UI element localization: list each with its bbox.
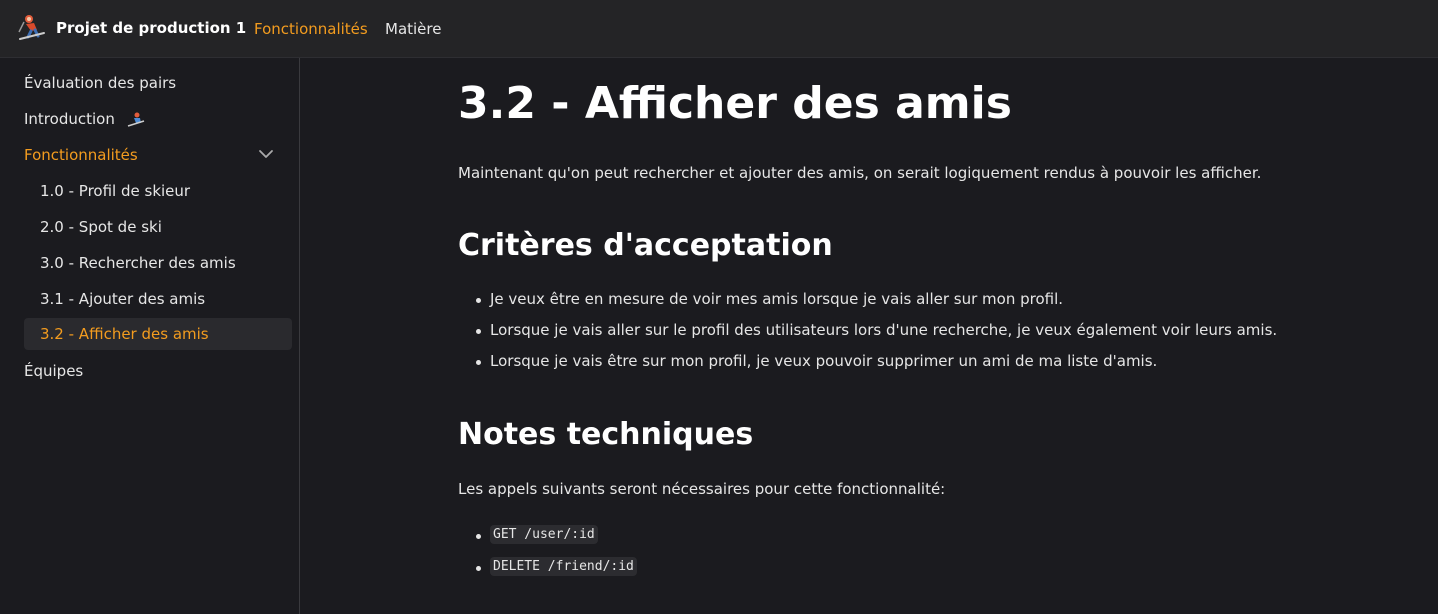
sidebar-item-label: 2.0 - Spot de ski xyxy=(40,218,162,236)
sidebar-item-fonctionnalites[interactable]: Fonctionnalités xyxy=(24,139,292,171)
sidebar-item-label: Introduction xyxy=(24,110,115,128)
api-call-code: DELETE /friend/:id xyxy=(490,557,637,576)
criteria-item: Lorsque je vais être sur mon profil, je … xyxy=(476,352,1157,370)
skier-logo-icon[interactable] xyxy=(16,12,48,44)
sidebar-item-ajouter-amis[interactable]: 3.1 - Ajouter des amis xyxy=(24,283,292,315)
api-call-code: GET /user/:id xyxy=(490,525,598,544)
api-call-item: GET /user/:id xyxy=(476,524,598,548)
top-bar: Projet de production 1 Fonctionnalités M… xyxy=(0,0,1438,58)
notes-heading: Notes techniques xyxy=(458,417,754,452)
sidebar-item-evaluation[interactable]: Évaluation des pairs xyxy=(24,67,292,99)
chevron-down-icon[interactable] xyxy=(258,146,274,162)
sidebar-item-profil-skieur[interactable]: 1.0 - Profil de skieur xyxy=(24,175,292,207)
intro-paragraph: Maintenant qu'on peut rechercher et ajou… xyxy=(458,164,1262,182)
sidebar-item-rechercher-amis[interactable]: 3.0 - Rechercher des amis xyxy=(24,247,292,279)
skier-icon xyxy=(127,112,144,127)
sidebar-item-introduction[interactable]: Introduction xyxy=(24,103,292,135)
criteria-heading: Critères d'acceptation xyxy=(458,228,833,263)
sidebar-item-label: Évaluation des pairs xyxy=(24,74,177,92)
sidebar-item-label: 1.0 - Profil de skieur xyxy=(40,182,191,200)
sidebar-item-label: 3.1 - Ajouter des amis xyxy=(40,290,206,308)
sidebar-item-label: 3.0 - Rechercher des amis xyxy=(40,254,236,272)
sidebar-item-label: Équipes xyxy=(24,362,84,380)
sidebar-item-label: 3.2 - Afficher des amis xyxy=(40,325,209,343)
brand-title[interactable]: Projet de production 1 xyxy=(56,19,246,37)
sidebar-item-equipes[interactable]: Équipes xyxy=(24,355,292,387)
nav-matiere[interactable]: Matière xyxy=(385,20,441,38)
nav-fonctionnalites[interactable]: Fonctionnalités xyxy=(254,20,368,38)
page-title: 3.2 - Afficher des amis xyxy=(458,78,1012,129)
api-call-item: DELETE /friend/:id xyxy=(476,556,637,580)
criteria-item: Je veux être en mesure de voir mes amis … xyxy=(476,290,1063,308)
sidebar-item-label: Fonctionnalités xyxy=(24,146,138,164)
sidebar-item-spot-ski[interactable]: 2.0 - Spot de ski xyxy=(24,211,292,243)
notes-paragraph: Les appels suivants seront nécessaires p… xyxy=(458,480,946,498)
sidebar-item-afficher-amis[interactable]: 3.2 - Afficher des amis xyxy=(24,318,292,350)
criteria-item: Lorsque je vais aller sur le profil des … xyxy=(476,321,1277,339)
